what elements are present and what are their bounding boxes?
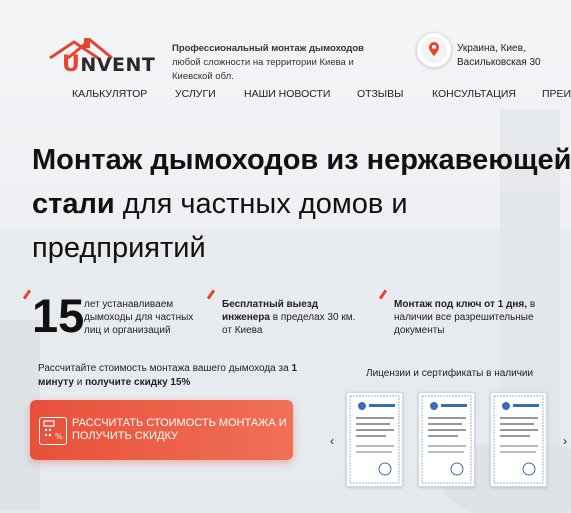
stat-marker bbox=[206, 289, 216, 300]
nav-news[interactable]: НАШИ НОВОСТИ bbox=[244, 88, 330, 100]
nav-reviews[interactable]: ОТЗЫВЫ bbox=[357, 88, 403, 100]
hero-line1: Монтаж дымоходов из нержавеющей bbox=[32, 144, 571, 176]
certificate-image bbox=[421, 395, 472, 484]
tagline-rest: любой сложности на территории Киева и Ки… bbox=[172, 57, 354, 82]
calc-promo-text: Рассчитайте стоимость монтажа вашего дым… bbox=[38, 362, 298, 390]
years-text: лет устанавливаем дымоходы для частных л… bbox=[84, 299, 194, 336]
calculator-icon: % bbox=[39, 417, 67, 445]
certificate-image bbox=[493, 395, 544, 484]
stat-marker bbox=[22, 289, 32, 300]
nav-services[interactable]: УСЛУГИ bbox=[175, 88, 216, 100]
free-visit: Бесплатный выезд инженера в пределах 30 … bbox=[222, 298, 362, 337]
hero-line2-bold: стали bbox=[32, 188, 115, 220]
calc-part1: Рассчитайте стоимость монтажа вашего дым… bbox=[38, 363, 292, 374]
main-nav: КАЛЬКУЛЯТОР УСЛУГИ НАШИ НОВОСТИ ОТЗЫВЫ К… bbox=[0, 88, 571, 106]
nav-advantages[interactable]: ПРЕИ bbox=[542, 88, 571, 100]
carousel-next-arrow[interactable]: › bbox=[563, 434, 567, 448]
calculate-cost-button[interactable]: % РАССЧИТАТЬ СТОИМОСТЬ МОНТАЖА И ПОЛУЧИТ… bbox=[30, 400, 293, 460]
stat-marker bbox=[378, 289, 388, 300]
svg-text:%: % bbox=[55, 432, 63, 441]
years-number: 15 bbox=[32, 289, 85, 342]
nav-consultation[interactable]: КОНСУЛЬТАЦИЯ bbox=[432, 88, 516, 100]
address-line1: Украина, Киев, bbox=[457, 43, 526, 54]
address-line2: Васильковская 30 bbox=[457, 57, 541, 68]
certificate-thumbnail[interactable] bbox=[418, 392, 475, 487]
turnkey-bold: Монтаж под ключ от 1 дня, bbox=[394, 299, 528, 310]
certificate-thumbnail[interactable] bbox=[490, 392, 547, 487]
map-thumbnail[interactable] bbox=[416, 32, 452, 68]
map-pin-icon bbox=[421, 37, 447, 63]
logo-text[interactable]: UNVENT bbox=[62, 52, 155, 77]
logo-rest: NVENT bbox=[80, 54, 156, 76]
turnkey: Монтаж под ключ от 1 дня, в наличии все … bbox=[394, 298, 554, 337]
cta-label: РАССЧИТАТЬ СТОИМОСТЬ МОНТАЖА И ПОЛУЧИТЬ … bbox=[72, 417, 287, 442]
nav-calculator[interactable]: КАЛЬКУЛЯТОР bbox=[72, 88, 147, 100]
carousel-prev-arrow[interactable]: ‹ bbox=[330, 434, 334, 448]
hero-line2-rest: для частных домов и bbox=[114, 188, 408, 220]
tagline: Профессиональный монтаж дымоходов любой … bbox=[172, 42, 392, 84]
hero-title: Монтаж дымоходов из нержавеющей стали дл… bbox=[32, 138, 571, 270]
logo-initial: U bbox=[62, 52, 81, 77]
address: Украина, Киев, Васильковская 30 bbox=[457, 42, 541, 70]
hero-line3: предприятий bbox=[32, 232, 206, 264]
calc-part2: и bbox=[73, 377, 86, 388]
tagline-bold: Профессиональный монтаж дымоходов bbox=[172, 43, 364, 54]
certificate-thumbnail[interactable] bbox=[346, 392, 403, 487]
licenses-title: Лицензии и сертификаты в наличии bbox=[366, 368, 534, 379]
calc-bold2: получите скидку 15% bbox=[85, 377, 191, 388]
certificate-image bbox=[349, 395, 400, 484]
